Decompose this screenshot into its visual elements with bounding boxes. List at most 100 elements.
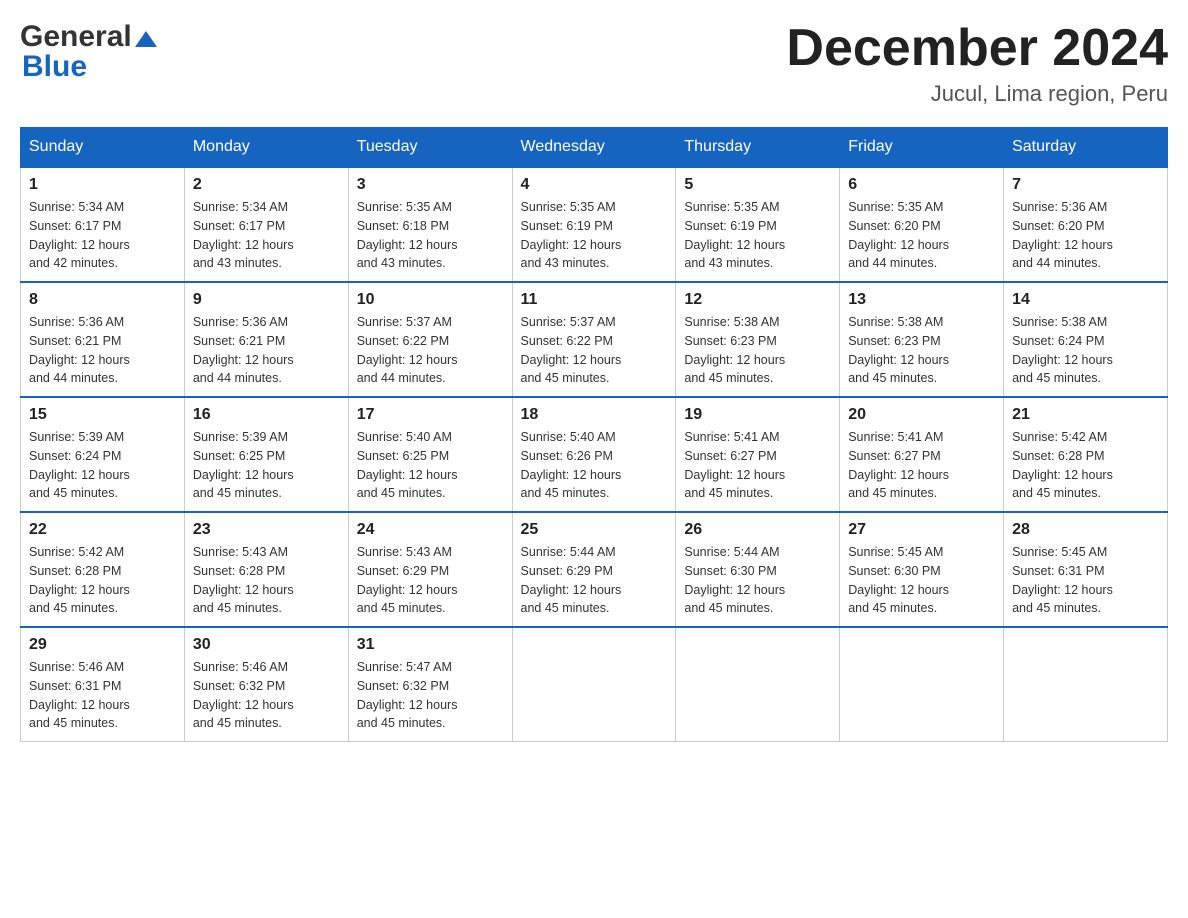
day-info: Sunrise: 5:40 AMSunset: 6:25 PMDaylight:… <box>357 428 504 503</box>
calendar-cell: 7 Sunrise: 5:36 AMSunset: 6:20 PMDaylight… <box>1004 167 1168 282</box>
day-info: Sunrise: 5:44 AMSunset: 6:30 PMDaylight:… <box>684 543 831 618</box>
calendar-cell: 2 Sunrise: 5:34 AMSunset: 6:17 PMDaylight… <box>184 167 348 282</box>
calendar-week-row: 29 Sunrise: 5:46 AMSunset: 6:31 PMDayligh… <box>21 627 1168 742</box>
calendar-cell: 4Sunrise: 5:35 AMSunset: 6:19 PMDaylight… <box>512 167 676 282</box>
day-info: Sunrise: 5:36 AMSunset: 6:21 PMDaylight:… <box>193 313 340 388</box>
day-info: Sunrise: 5:34 AMSunset: 6:17 PMDaylight:… <box>193 198 340 273</box>
calendar-cell: 22 Sunrise: 5:42 AMSunset: 6:28 PMDayligh… <box>21 512 185 627</box>
day-info: Sunrise: 5:45 AMSunset: 6:31 PMDaylight:… <box>1012 543 1159 618</box>
logo: General Blue <box>20 20 157 84</box>
day-number: 17 <box>357 406 504 424</box>
day-number: 8 <box>29 291 176 309</box>
calendar-cell <box>512 627 676 742</box>
header-monday: Monday <box>184 128 348 168</box>
day-info: Sunrise: 5:36 AMSunset: 6:20 PMDaylight:… <box>1012 198 1159 273</box>
calendar-cell: 23 Sunrise: 5:43 AMSunset: 6:28 PMDayligh… <box>184 512 348 627</box>
logo-general-text: General <box>20 20 132 54</box>
day-info: Sunrise: 5:39 AMSunset: 6:25 PMDaylight:… <box>193 428 340 503</box>
day-number: 16 <box>193 406 340 424</box>
page-header: General Blue December 2024 Jucul, Lima r… <box>20 20 1168 107</box>
calendar-cell: 16 Sunrise: 5:39 AMSunset: 6:25 PMDayligh… <box>184 397 348 512</box>
day-info: Sunrise: 5:42 AMSunset: 6:28 PMDaylight:… <box>29 543 176 618</box>
day-number: 22 <box>29 521 176 539</box>
day-info: Sunrise: 5:44 AMSunset: 6:29 PMDaylight:… <box>521 543 668 618</box>
calendar-cell: 10 Sunrise: 5:37 AMSunset: 6:22 PMDayligh… <box>348 282 512 397</box>
calendar-cell: 9 Sunrise: 5:36 AMSunset: 6:21 PMDaylight… <box>184 282 348 397</box>
day-number: 3 <box>357 176 504 194</box>
calendar-cell: 27 Sunrise: 5:45 AMSunset: 6:30 PMDayligh… <box>840 512 1004 627</box>
month-title: December 2024 <box>786 20 1168 77</box>
day-info: Sunrise: 5:47 AMSunset: 6:32 PMDaylight:… <box>357 658 504 733</box>
day-number: 12 <box>684 291 831 309</box>
day-info: Sunrise: 5:38 AMSunset: 6:23 PMDaylight:… <box>848 313 995 388</box>
calendar-cell: 12 Sunrise: 5:38 AMSunset: 6:23 PMDayligh… <box>676 282 840 397</box>
day-number: 27 <box>848 521 995 539</box>
calendar-cell <box>1004 627 1168 742</box>
logo-blue-text: Blue <box>22 50 87 84</box>
day-info: Sunrise: 5:42 AMSunset: 6:28 PMDaylight:… <box>1012 428 1159 503</box>
calendar-cell: 17 Sunrise: 5:40 AMSunset: 6:25 PMDayligh… <box>348 397 512 512</box>
day-number: 31 <box>357 636 504 654</box>
day-number: 20 <box>848 406 995 424</box>
day-info: Sunrise: 5:35 AMSunset: 6:19 PMDaylight:… <box>521 198 668 273</box>
day-number: 24 <box>357 521 504 539</box>
calendar-cell: 19Sunrise: 5:41 AMSunset: 6:27 PMDayligh… <box>676 397 840 512</box>
day-number: 25 <box>521 521 668 539</box>
day-number: 2 <box>193 176 340 194</box>
day-info: Sunrise: 5:37 AMSunset: 6:22 PMDaylight:… <box>521 313 668 388</box>
day-info: Sunrise: 5:43 AMSunset: 6:28 PMDaylight:… <box>193 543 340 618</box>
title-section: December 2024 Jucul, Lima region, Peru <box>786 20 1168 107</box>
calendar-cell: 3 Sunrise: 5:35 AMSunset: 6:18 PMDaylight… <box>348 167 512 282</box>
calendar-cell: 30Sunrise: 5:46 AMSunset: 6:32 PMDayligh… <box>184 627 348 742</box>
day-info: Sunrise: 5:34 AMSunset: 6:17 PMDaylight:… <box>29 198 176 273</box>
day-number: 1 <box>29 176 176 194</box>
day-info: Sunrise: 5:40 AMSunset: 6:26 PMDaylight:… <box>521 428 668 503</box>
header-sunday: Sunday <box>21 128 185 168</box>
calendar-header-row: SundayMondayTuesdayWednesdayThursdayFrid… <box>21 128 1168 168</box>
header-wednesday: Wednesday <box>512 128 676 168</box>
day-info: Sunrise: 5:41 AMSunset: 6:27 PMDaylight:… <box>848 428 995 503</box>
calendar-cell: 6Sunrise: 5:35 AMSunset: 6:20 PMDaylight… <box>840 167 1004 282</box>
calendar-week-row: 15Sunrise: 5:39 AMSunset: 6:24 PMDayligh… <box>21 397 1168 512</box>
day-info: Sunrise: 5:35 AMSunset: 6:19 PMDaylight:… <box>684 198 831 273</box>
day-info: Sunrise: 5:39 AMSunset: 6:24 PMDaylight:… <box>29 428 176 503</box>
calendar-cell: 15Sunrise: 5:39 AMSunset: 6:24 PMDayligh… <box>21 397 185 512</box>
calendar-cell: 26 Sunrise: 5:44 AMSunset: 6:30 PMDayligh… <box>676 512 840 627</box>
calendar-table: SundayMondayTuesdayWednesdayThursdayFrid… <box>20 127 1168 742</box>
calendar-cell: 14Sunrise: 5:38 AMSunset: 6:24 PMDayligh… <box>1004 282 1168 397</box>
calendar-cell: 31 Sunrise: 5:47 AMSunset: 6:32 PMDayligh… <box>348 627 512 742</box>
day-number: 29 <box>29 636 176 654</box>
day-info: Sunrise: 5:36 AMSunset: 6:21 PMDaylight:… <box>29 313 176 388</box>
day-info: Sunrise: 5:35 AMSunset: 6:20 PMDaylight:… <box>848 198 995 273</box>
calendar-week-row: 8 Sunrise: 5:36 AMSunset: 6:21 PMDaylight… <box>21 282 1168 397</box>
day-info: Sunrise: 5:43 AMSunset: 6:29 PMDaylight:… <box>357 543 504 618</box>
day-info: Sunrise: 5:46 AMSunset: 6:31 PMDaylight:… <box>29 658 176 733</box>
day-number: 9 <box>193 291 340 309</box>
calendar-cell <box>840 627 1004 742</box>
day-info: Sunrise: 5:35 AMSunset: 6:18 PMDaylight:… <box>357 198 504 273</box>
header-tuesday: Tuesday <box>348 128 512 168</box>
day-number: 28 <box>1012 521 1159 539</box>
day-number: 10 <box>357 291 504 309</box>
calendar-cell: 29 Sunrise: 5:46 AMSunset: 6:31 PMDayligh… <box>21 627 185 742</box>
calendar-week-row: 22 Sunrise: 5:42 AMSunset: 6:28 PMDayligh… <box>21 512 1168 627</box>
calendar-cell: 18 Sunrise: 5:40 AMSunset: 6:26 PMDayligh… <box>512 397 676 512</box>
calendar-cell: 28 Sunrise: 5:45 AMSunset: 6:31 PMDayligh… <box>1004 512 1168 627</box>
logo-triangle-icon <box>135 29 157 49</box>
calendar-cell: 25 Sunrise: 5:44 AMSunset: 6:29 PMDayligh… <box>512 512 676 627</box>
day-info: Sunrise: 5:37 AMSunset: 6:22 PMDaylight:… <box>357 313 504 388</box>
location-subtitle: Jucul, Lima region, Peru <box>786 81 1168 107</box>
calendar-cell: 11Sunrise: 5:37 AMSunset: 6:22 PMDayligh… <box>512 282 676 397</box>
day-number: 18 <box>521 406 668 424</box>
day-info: Sunrise: 5:45 AMSunset: 6:30 PMDaylight:… <box>848 543 995 618</box>
day-info: Sunrise: 5:38 AMSunset: 6:24 PMDaylight:… <box>1012 313 1159 388</box>
day-number: 19 <box>684 406 831 424</box>
day-number: 21 <box>1012 406 1159 424</box>
header-friday: Friday <box>840 128 1004 168</box>
day-number: 23 <box>193 521 340 539</box>
day-info: Sunrise: 5:38 AMSunset: 6:23 PMDaylight:… <box>684 313 831 388</box>
day-number: 5 <box>684 176 831 194</box>
day-number: 7 <box>1012 176 1159 194</box>
day-number: 26 <box>684 521 831 539</box>
calendar-cell: 20 Sunrise: 5:41 AMSunset: 6:27 PMDayligh… <box>840 397 1004 512</box>
